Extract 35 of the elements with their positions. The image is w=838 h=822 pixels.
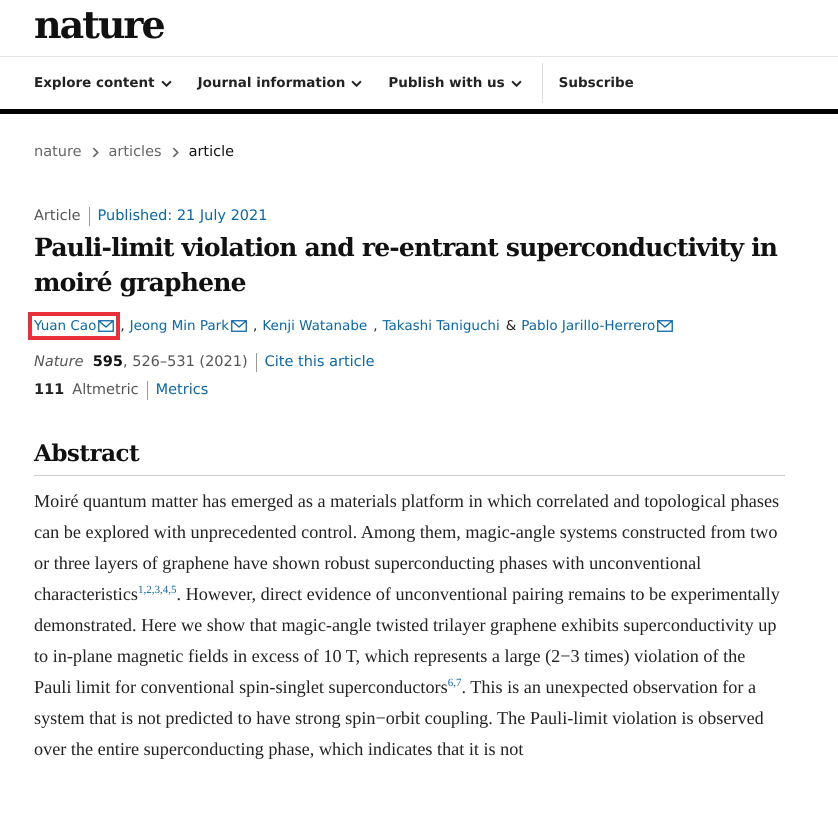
nav-menu-item[interactable]: Publish with us — [388, 75, 522, 91]
breadcrumb-link[interactable]: article — [188, 144, 234, 160]
chevron-down-icon — [510, 80, 522, 86]
author-separator: , — [253, 318, 258, 334]
section-heading: Abstract — [34, 440, 785, 476]
author-link[interactable]: Yuan Cao — [34, 318, 96, 334]
mail-icon[interactable] — [98, 320, 114, 332]
citation-details: Nature 595, 526–531 (2021) — [34, 354, 248, 370]
author-separator: , — [373, 318, 378, 334]
author-link[interactable]: Kenji Watanabe — [262, 318, 368, 334]
author-link[interactable]: Jeong Min Park — [130, 318, 230, 334]
metrics-link[interactable]: Metrics — [156, 382, 208, 398]
abstract-paragraph: Moiré quantum matter has emerged as a materials platform in which correlated and topological phases can be explored with unprecedented control. Among them, magic-angle systems constructed from two or three layers of graphene have shown robust superconducting phases with unconventional characteristics$^{1,2,3,4,5}$. However, direct evidence of unconventional pairing remains to be experimentally demonstrated. Here we show that magic-angle twisted trilayer graphene exhibits superconductivity up to in-plane magnetic fields in excess of 10 T, which represents a large (2−3 times) violation of the Pauli limit for conventional spin-singlet superconductors$^{6,7}$. This is an unexpected observation for a system that is not predicted to have strong spin−orbit coupling. The Pauli-limit violation is observed over the entire superconducting phase, which indicates that it is not — [34, 490, 781, 761]
altmetric-label: Altmetric — [72, 382, 139, 398]
author-separator: , — [120, 318, 125, 334]
breadcrumb-link[interactable]: nature — [34, 144, 82, 160]
author-link[interactable]: Takashi Taniguchi — [382, 318, 500, 334]
author-link[interactable]: Pablo Jarillo-Herrero — [521, 318, 656, 334]
chevron-down-icon — [160, 80, 172, 86]
nav-menu-item[interactable]: Subscribe — [558, 75, 634, 91]
altmetric-count: 111 — [34, 382, 64, 398]
publish-date: Published: 21 July 2021 — [98, 208, 268, 224]
nav-menu-item[interactable]: Journal information — [198, 75, 362, 91]
cite-link[interactable]: Cite this article — [264, 354, 375, 370]
article-type: Article — [34, 208, 81, 224]
article-title: Pauli-limit violation and re-entrant superconductivity in moiré graphene — [34, 232, 778, 299]
mail-icon[interactable] — [231, 320, 248, 332]
chevron-down-icon — [351, 80, 362, 86]
breadcrumb-link[interactable]: articles — [108, 144, 162, 160]
nature-logo[interactable]: nature — [34, 6, 164, 56]
author-separator: & — [506, 318, 516, 334]
chevron-right-icon — [92, 146, 99, 158]
chevron-right-icon — [172, 146, 179, 158]
nav-menu-item[interactable]: Explore content — [34, 75, 172, 91]
mail-icon[interactable] — [657, 320, 674, 332]
